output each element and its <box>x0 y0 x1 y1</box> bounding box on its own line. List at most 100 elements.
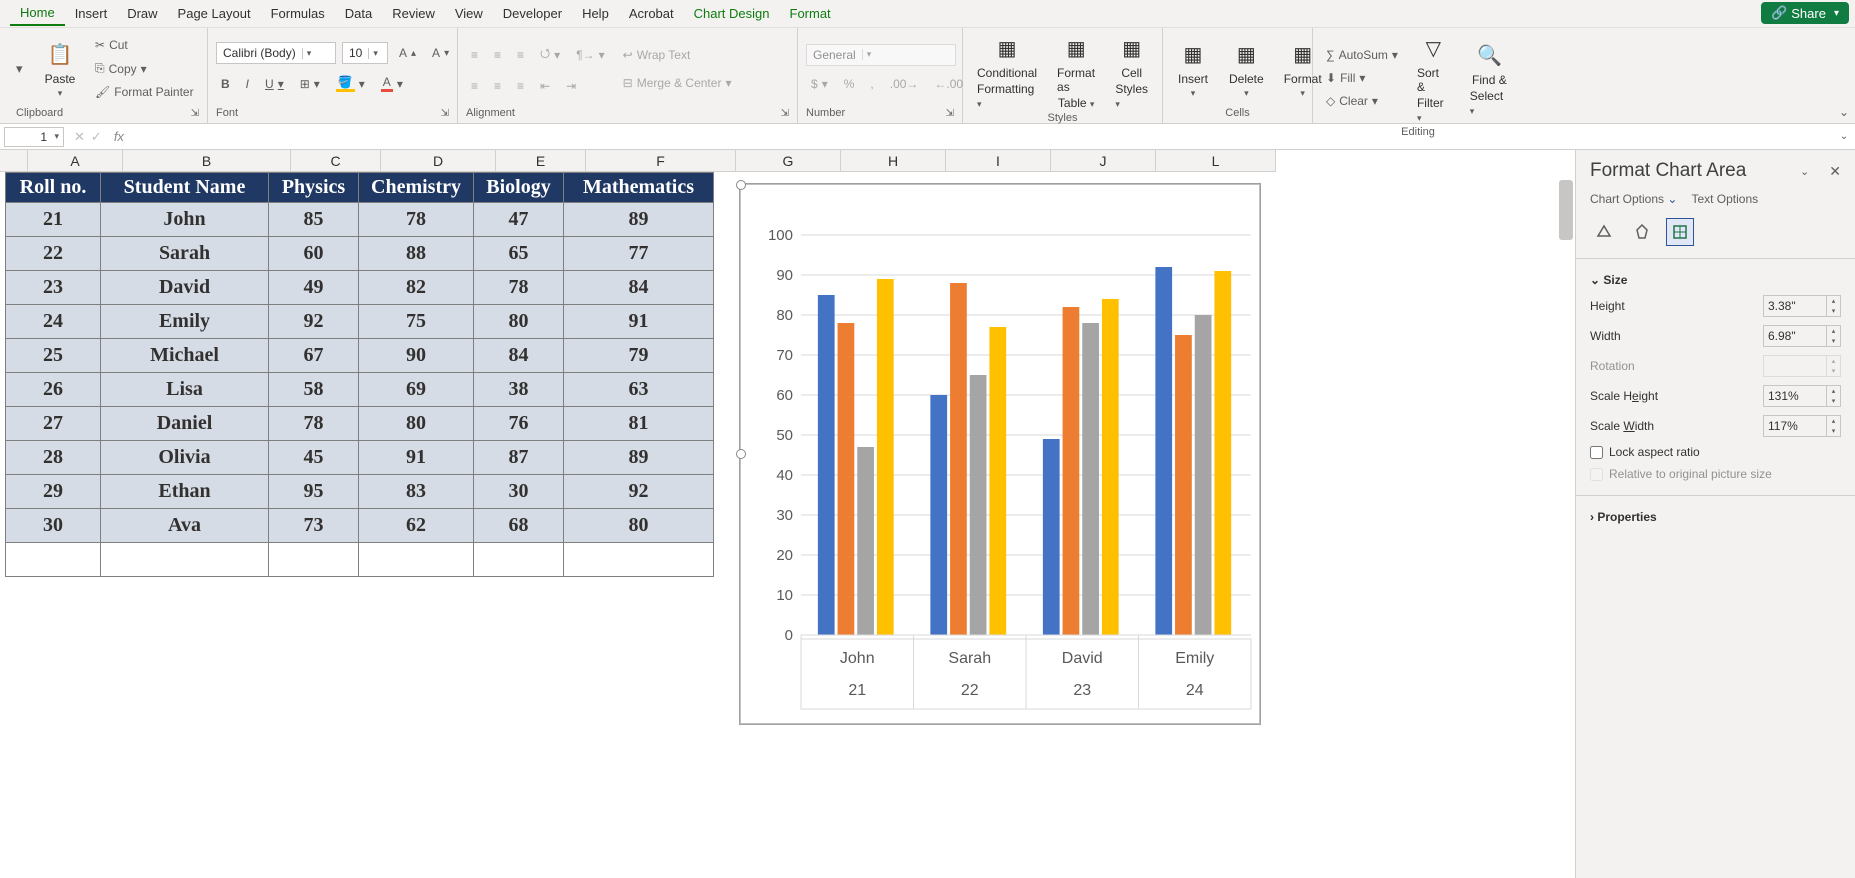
comma-icon[interactable]: , <box>865 74 878 94</box>
autosum-button[interactable]: ∑AutoSum ▾ <box>1321 45 1403 65</box>
increase-decimal-icon[interactable]: .00→ <box>885 74 924 94</box>
cell[interactable]: David <box>101 271 269 305</box>
tab-review[interactable]: Review <box>382 2 445 25</box>
cell[interactable]: 82 <box>359 271 474 305</box>
number-launcher[interactable]: ⇲ <box>946 108 954 119</box>
tab-insert[interactable]: Insert <box>65 2 118 25</box>
cell[interactable]: 24 <box>6 305 101 339</box>
size-section-toggle[interactable]: ⌄ Size <box>1590 269 1841 291</box>
cell[interactable]: 80 <box>474 305 564 339</box>
undo-redo-dropdown[interactable]: ▾ <box>16 61 30 77</box>
cell[interactable]: 80 <box>564 509 714 543</box>
cell[interactable]: 87 <box>474 441 564 475</box>
cell[interactable]: 21 <box>6 203 101 237</box>
cell[interactable]: 80 <box>359 407 474 441</box>
column-header[interactable]: G <box>736 150 841 172</box>
cell[interactable]: 25 <box>6 339 101 373</box>
clear-button[interactable]: ◇Clear ▾ <box>1321 91 1403 111</box>
scale-width-input[interactable]: 117%▴▾ <box>1763 415 1841 437</box>
chart-handle-w[interactable] <box>736 449 746 459</box>
cell[interactable]: Olivia <box>101 441 269 475</box>
italic-button[interactable]: I <box>241 74 254 94</box>
cell-styles-button[interactable]: ▦CellStyles ▾ <box>1109 30 1154 112</box>
text-direction-icon[interactable]: ¶→ ▾ <box>571 45 609 65</box>
cell[interactable]: 63 <box>564 373 714 407</box>
cell[interactable] <box>269 543 359 577</box>
align-center-icon[interactable]: ≡ <box>489 76 506 96</box>
cell[interactable]: 62 <box>359 509 474 543</box>
insert-cells-button[interactable]: ▦Insert▾ <box>1171 36 1215 101</box>
column-header[interactable]: B <box>123 150 291 172</box>
cancel-formula-icon[interactable]: ✕ <box>74 129 85 145</box>
conditional-formatting-button[interactable]: ▦ConditionalFormatting ▾ <box>971 30 1043 112</box>
chart-options-tab[interactable]: Chart Options ⌄ <box>1590 192 1677 206</box>
tab-format[interactable]: Format <box>780 2 841 25</box>
scale-height-input[interactable]: 131%▴▾ <box>1763 385 1841 407</box>
cell[interactable]: 76 <box>474 407 564 441</box>
table-row[interactable]: 28Olivia45918789 <box>6 441 714 475</box>
cell[interactable]: 79 <box>564 339 714 373</box>
font-color-button[interactable]: A ▾ <box>376 72 408 95</box>
tab-formulas[interactable]: Formulas <box>261 2 335 25</box>
sort-filter-button[interactable]: ▽Sort &Filter ▾ <box>1411 30 1456 126</box>
font-name-combo[interactable]: Calibri (Body)▾ <box>216 42 336 64</box>
height-input[interactable]: 3.38"▴▾ <box>1763 295 1841 317</box>
tab-acrobat[interactable]: Acrobat <box>619 2 684 25</box>
tab-pagelayout[interactable]: Page Layout <box>168 2 261 25</box>
underline-button[interactable]: U ▾ <box>260 74 289 94</box>
cell[interactable]: Michael <box>101 339 269 373</box>
cell[interactable]: 58 <box>269 373 359 407</box>
cell[interactable]: 22 <box>6 237 101 271</box>
column-header[interactable]: F <box>586 150 736 172</box>
cell[interactable] <box>474 543 564 577</box>
cell[interactable]: 78 <box>359 203 474 237</box>
paste-button[interactable]: 📋 Paste▾ <box>38 36 82 101</box>
cell[interactable]: 88 <box>359 237 474 271</box>
align-left-icon[interactable]: ≡ <box>466 76 483 96</box>
table-row[interactable]: 24Emily92758091 <box>6 305 714 339</box>
cell[interactable]: Sarah <box>101 237 269 271</box>
column-header[interactable]: J <box>1051 150 1156 172</box>
cell[interactable]: Daniel <box>101 407 269 441</box>
align-top-icon[interactable]: ≡ <box>466 45 483 65</box>
tab-draw[interactable]: Draw <box>117 2 167 25</box>
cell[interactable]: 84 <box>474 339 564 373</box>
column-header[interactable]: D <box>381 150 496 172</box>
tab-help[interactable]: Help <box>572 2 619 25</box>
tab-home[interactable]: Home <box>10 1 65 26</box>
column-header[interactable]: A <box>28 150 123 172</box>
currency-icon[interactable]: $ ▾ <box>806 74 833 94</box>
text-options-tab[interactable]: Text Options <box>1691 192 1758 206</box>
tab-view[interactable]: View <box>445 2 493 25</box>
table-header[interactable]: Mathematics <box>564 173 714 203</box>
table-header[interactable]: Physics <box>269 173 359 203</box>
cell[interactable]: 47 <box>474 203 564 237</box>
name-box[interactable]: 1 <box>4 127 64 147</box>
table-row[interactable]: 21John85784789 <box>6 203 714 237</box>
table-row[interactable]: 26Lisa58693863 <box>6 373 714 407</box>
cell[interactable]: 78 <box>269 407 359 441</box>
cell[interactable]: 77 <box>564 237 714 271</box>
column-header[interactable]: H <box>841 150 946 172</box>
chart-handle-nw[interactable] <box>736 180 746 190</box>
lock-aspect-checkbox[interactable] <box>1590 446 1603 459</box>
width-input[interactable]: 6.98"▴▾ <box>1763 325 1841 347</box>
share-button[interactable]: 🔗Share <box>1761 2 1849 24</box>
font-size-combo[interactable]: 10▾ <box>342 42 388 64</box>
cell[interactable]: 65 <box>474 237 564 271</box>
table-row[interactable]: 29Ethan95833092 <box>6 475 714 509</box>
cell[interactable]: John <box>101 203 269 237</box>
enter-formula-icon[interactable]: ✓ <box>91 129 102 145</box>
cell[interactable]: 26 <box>6 373 101 407</box>
cell[interactable] <box>101 543 269 577</box>
cell[interactable]: 49 <box>269 271 359 305</box>
copy-button[interactable]: ⎘Copy ▾ <box>90 58 199 79</box>
cell[interactable]: 92 <box>269 305 359 339</box>
delete-cells-button[interactable]: ▦Delete▾ <box>1223 36 1270 101</box>
cell[interactable]: 92 <box>564 475 714 509</box>
align-middle-icon[interactable]: ≡ <box>489 45 506 65</box>
indent-dec-icon[interactable]: ⇤ <box>535 76 555 96</box>
number-format-combo[interactable]: General▾ <box>806 44 956 66</box>
cell[interactable]: 85 <box>269 203 359 237</box>
table-header[interactable]: Roll no. <box>6 173 101 203</box>
